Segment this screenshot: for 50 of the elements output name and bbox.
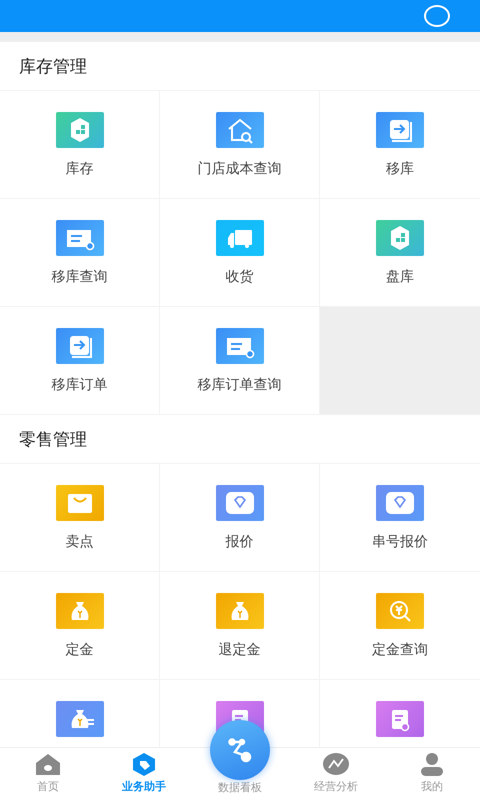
item-label: 库存 [66, 160, 94, 178]
item-label: 定金 [66, 641, 94, 659]
grid-item[interactable]: 移库订单 [0, 307, 160, 415]
grid-item[interactable]: 退定金 [160, 572, 320, 680]
item-label: 移库订单查询 [198, 376, 282, 394]
item-label: 门店成本查询 [198, 160, 282, 178]
clipboard-icon [376, 701, 424, 737]
grid-item[interactable]: 定金查询 [320, 572, 480, 680]
section-title: 零售管理 [19, 428, 87, 450]
grid-item[interactable]: 报价 [160, 464, 320, 572]
item-label: 收货 [226, 268, 254, 286]
grid-item[interactable]: 定金 [0, 572, 160, 680]
item-label: 移库 [386, 160, 414, 178]
document-search-icon [56, 220, 104, 256]
shopping-bag-icon [56, 485, 104, 521]
grid-item[interactable]: 盘库 [320, 199, 480, 307]
money-bag-icon [56, 701, 104, 737]
money-bag-icon [56, 593, 104, 629]
truck-icon [216, 220, 264, 256]
grid-item[interactable]: 卖点 [0, 464, 160, 572]
yen-search-icon [376, 593, 424, 629]
cube-icon [376, 220, 424, 256]
item-label: 移库订单 [52, 376, 108, 394]
item-label: 串号报价 [372, 533, 428, 551]
grid-item[interactable]: 收货 [160, 199, 320, 307]
arrow-document-icon [376, 112, 424, 148]
item-label: 退定金 [218, 641, 260, 659]
item-label: 定金查询 [372, 641, 428, 659]
house-search-icon [216, 112, 264, 148]
circle-icon [424, 5, 450, 27]
home-icon [34, 752, 62, 776]
money-bag-icon [216, 593, 264, 629]
section-title: 库存管理 [19, 56, 87, 78]
grid-item[interactable]: 移库 [320, 91, 480, 199]
network-icon [228, 738, 252, 762]
item-label: 报价 [226, 533, 254, 551]
chart-icon [322, 752, 350, 776]
document-search-icon [216, 328, 264, 364]
item-label: 盘库 [386, 268, 414, 286]
grid-item[interactable]: 库存 [0, 91, 160, 199]
grid-item[interactable]: 串号报价 [320, 464, 480, 572]
tag-icon [130, 752, 158, 776]
hub-button[interactable] [210, 720, 270, 780]
item-label: 移库查询 [52, 268, 108, 286]
grid-item[interactable]: 移库查询 [0, 199, 160, 307]
item-label: 卖点 [66, 533, 94, 551]
grid-item[interactable]: 门店成本查询 [160, 91, 320, 199]
cube-icon [56, 112, 104, 148]
arrow-document-icon [56, 328, 104, 364]
person-icon [418, 752, 446, 776]
